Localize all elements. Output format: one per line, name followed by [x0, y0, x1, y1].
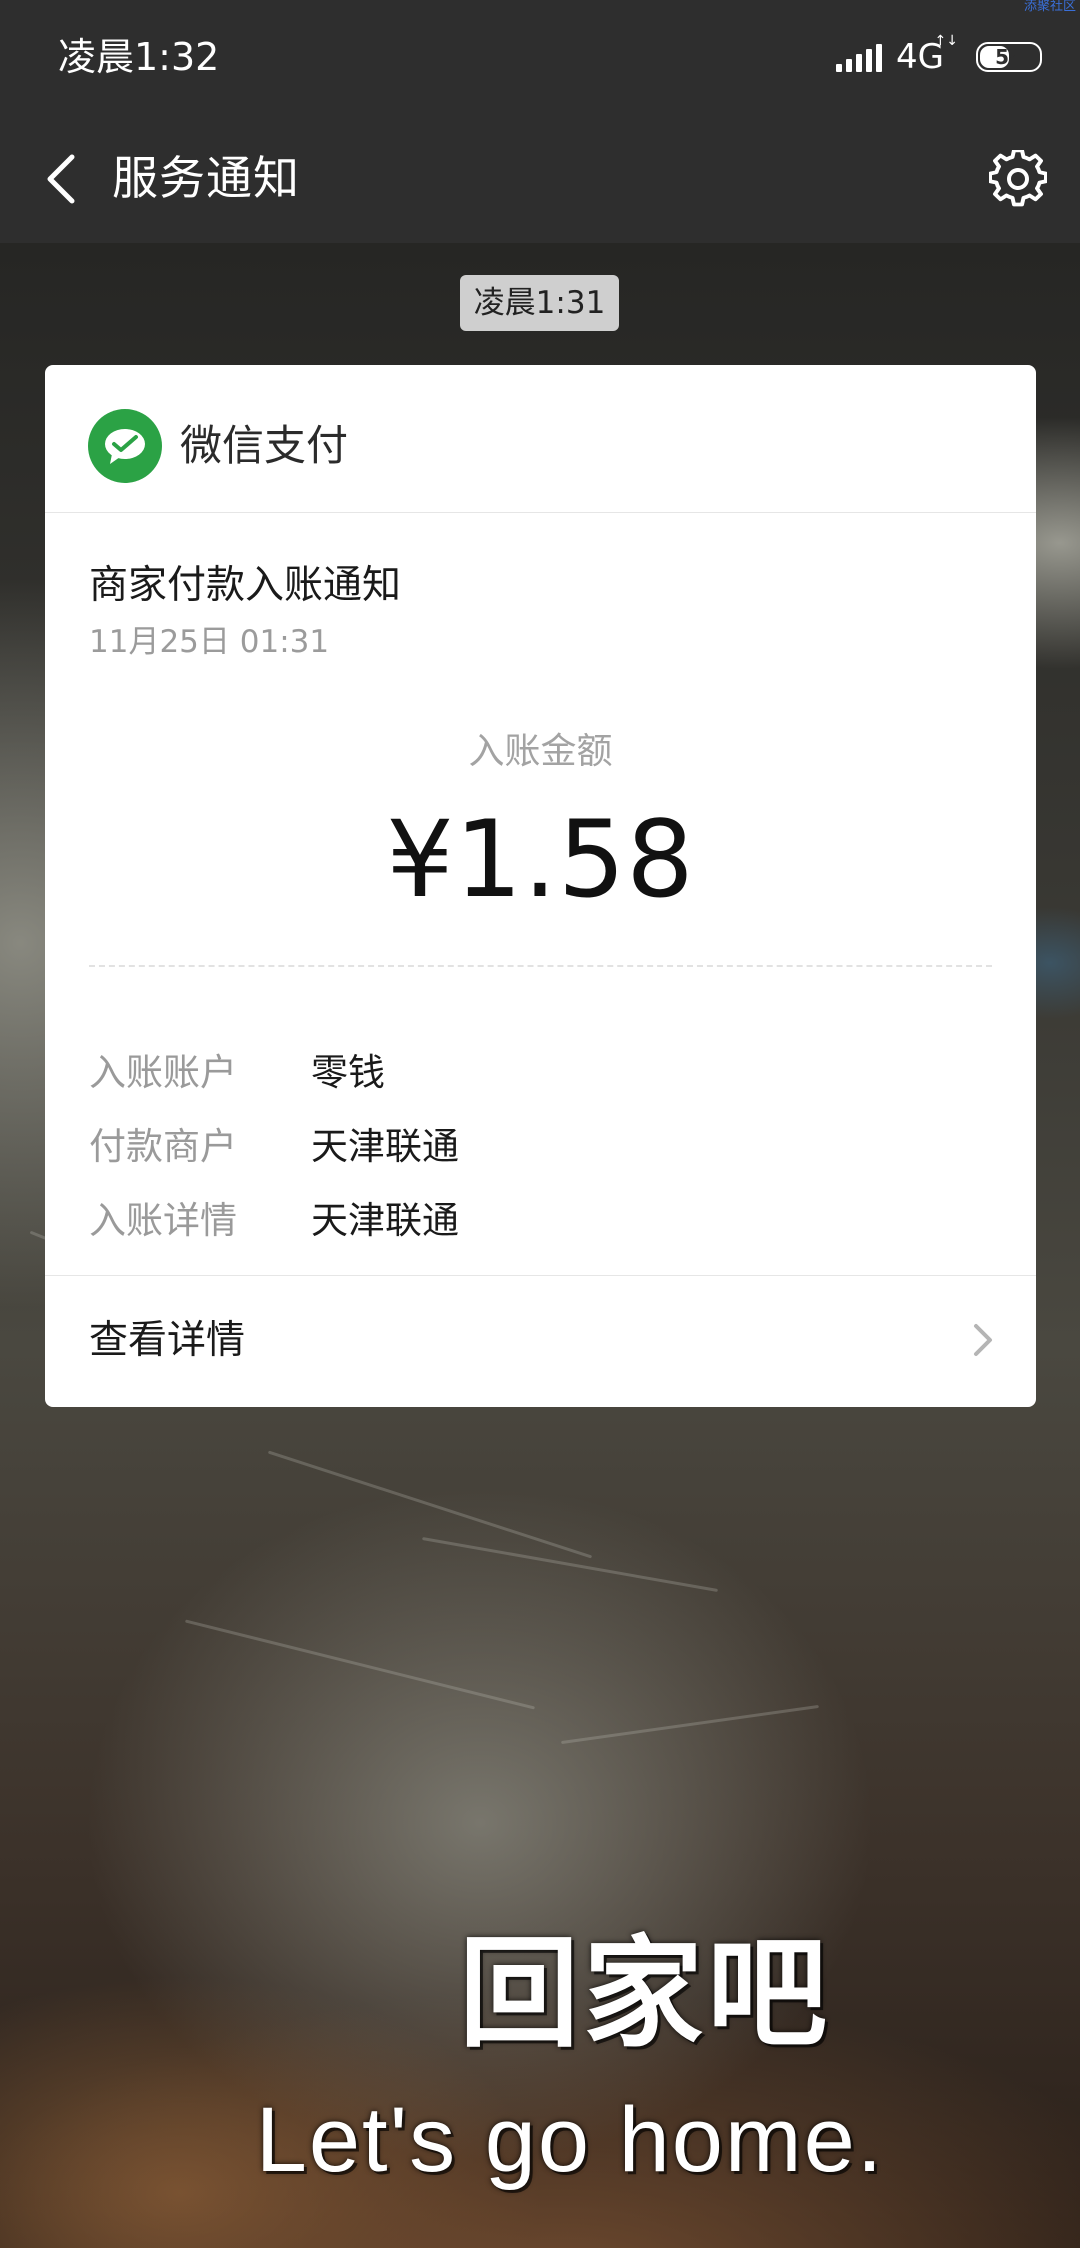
detail-value: 零钱 [311, 1051, 385, 1094]
screen: 凌晨1:32 添聚社区 4G ↑↓ 54 服务通知 凌晨1:31 微信支付 商家… [0, 0, 1080, 2248]
notice-title: 商家付款入账通知 [89, 563, 402, 608]
wechat-pay-glyph [105, 429, 145, 464]
detail-key: 入账详情 [89, 1199, 237, 1242]
detail-row-merchant: 付款商户 天津联通 [89, 1119, 459, 1175]
battery-icon: 54 [976, 42, 1042, 72]
status-time: 凌晨1:32 [58, 35, 220, 79]
page-title: 服务通知 [112, 151, 300, 205]
gear-icon [989, 150, 1047, 207]
amount-value: ¥1.58 [386, 798, 695, 921]
payment-notification-card[interactable]: 微信支付 商家付款入账通知 11月25日 01:31 入账金额 ¥1.58 入账… [45, 365, 1036, 1407]
detail-value: 天津联通 [311, 1199, 459, 1242]
status-indicators: 4G ↑↓ 54 [836, 34, 1042, 78]
detail-row-account: 入账账户 零钱 [89, 1045, 385, 1101]
amount-label: 入账金额 [468, 731, 613, 772]
wechat-pay-icon [88, 409, 162, 483]
status-bar: 凌晨1:32 添聚社区 4G ↑↓ 54 [0, 0, 1080, 115]
back-button[interactable] [22, 139, 102, 219]
card-header-label: 微信支付 [180, 421, 349, 470]
network-type: 4G ↑↓ [896, 34, 958, 78]
detail-key: 入账账户 [89, 1051, 237, 1094]
detail-row-details: 入账详情 天津联通 [89, 1193, 459, 1249]
corner-watermark: 添聚社区 [1023, 0, 1076, 14]
notice-date: 11月25日 01:31 [89, 624, 330, 660]
detail-value: 天津联通 [311, 1125, 459, 1168]
view-details-label: 查看详情 [89, 1318, 246, 1363]
detail-key: 付款商户 [89, 1125, 237, 1168]
view-details-button[interactable]: 查看详情 [45, 1275, 1036, 1407]
signal-strength-icon [836, 42, 883, 72]
data-activity-icon: ↑↓ [934, 33, 958, 49]
message-timestamp: 凌晨1:31 [460, 275, 619, 331]
card-header: 微信支付 [45, 365, 1036, 513]
subtitle-chinese: 回家吧 [459, 1925, 831, 2064]
chevron-right-icon [974, 1324, 992, 1356]
battery-level: 54 [995, 45, 1023, 69]
dashed-divider [89, 965, 992, 967]
chevron-left-icon [47, 154, 75, 204]
subtitle-english: Let's go home. [255, 2089, 885, 2191]
title-bar: 服务通知 [0, 115, 1080, 243]
settings-button[interactable] [976, 137, 1060, 221]
